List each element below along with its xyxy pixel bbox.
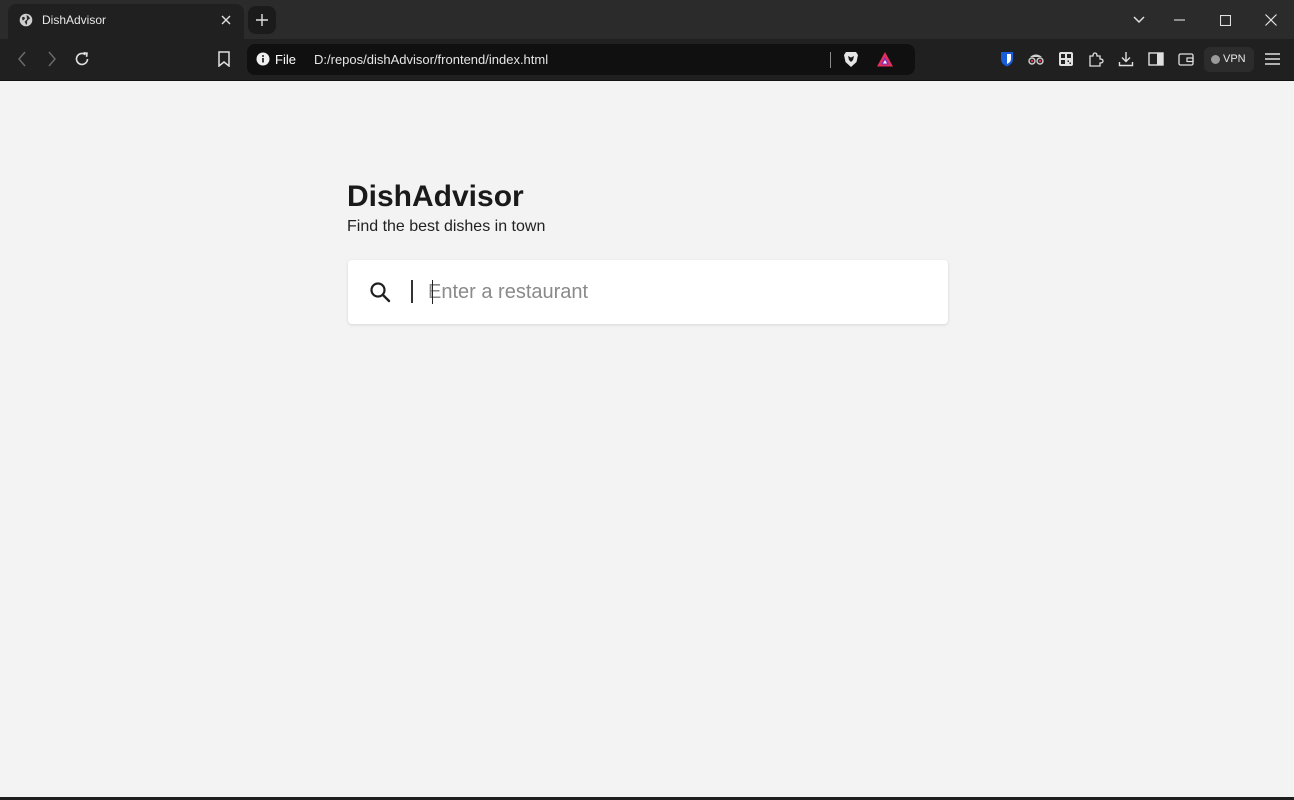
search-input[interactable]	[428, 272, 928, 312]
search-box[interactable]	[348, 260, 948, 324]
window-close-button[interactable]	[1257, 6, 1285, 34]
bookmark-button[interactable]	[211, 46, 237, 72]
browser-chrome: DishAdvisor File D:/repos/dishAdvisor/fr…	[0, 0, 1294, 81]
brave-shields-icon[interactable]	[843, 51, 859, 68]
wallet-icon	[1178, 53, 1194, 66]
download-icon	[1118, 52, 1134, 67]
browser-toolbar: File D:/repos/dishAdvisor/frontend/index…	[0, 39, 1294, 81]
page-title: DishAdvisor	[347, 180, 524, 213]
chevron-down-icon	[1133, 16, 1145, 24]
close-icon	[221, 15, 231, 25]
bitwarden-icon	[1001, 52, 1013, 67]
downloads-button[interactable]	[1113, 46, 1139, 72]
info-icon[interactable]	[256, 52, 270, 66]
plus-icon	[256, 14, 268, 26]
text-caret	[432, 280, 433, 304]
globe-icon	[19, 13, 33, 27]
reload-button[interactable]	[69, 46, 95, 72]
hamburger-menu-icon	[1264, 53, 1280, 65]
tab-dishadvisor[interactable]: DishAdvisor	[8, 4, 244, 39]
private-extension-button[interactable]	[1023, 46, 1049, 72]
bitwarden-extension-button[interactable]	[994, 46, 1020, 72]
brave-rewards-icon[interactable]	[876, 51, 894, 68]
spy-glasses-icon	[1028, 54, 1044, 65]
url-text[interactable]: D:/repos/dishAdvisor/frontend/index.html	[314, 52, 548, 67]
vpn-status-icon	[1211, 55, 1220, 64]
tab-search-button[interactable]	[1125, 6, 1153, 34]
close-icon	[1265, 14, 1277, 26]
tab-strip: DishAdvisor	[0, 0, 1294, 39]
tab-close-button[interactable]	[216, 10, 236, 30]
main-menu-button[interactable]	[1259, 46, 1285, 72]
qr-code-icon	[1059, 52, 1073, 66]
scheme-label: File	[275, 52, 296, 67]
back-button[interactable]	[9, 46, 35, 72]
search-icon[interactable]	[369, 281, 391, 303]
maximize-button[interactable]	[1211, 6, 1239, 34]
vpn-label: VPN	[1223, 53, 1246, 65]
forward-button[interactable]	[39, 46, 65, 72]
sidebar-icon	[1148, 52, 1164, 66]
wallet-button[interactable]	[1173, 46, 1199, 72]
sidebar-button[interactable]	[1143, 46, 1169, 72]
new-tab-button[interactable]	[248, 6, 276, 34]
address-bar-divider	[830, 52, 831, 68]
reload-icon	[75, 52, 89, 66]
bookmark-icon	[218, 51, 230, 67]
maximize-icon	[1219, 14, 1231, 26]
qr-extension-button[interactable]	[1053, 46, 1079, 72]
chevron-right-icon	[48, 51, 56, 67]
page-content: DishAdvisor Find the best dishes in town	[0, 81, 1294, 800]
search-divider	[411, 280, 413, 303]
minimize-button[interactable]	[1165, 6, 1193, 34]
minimize-icon	[1173, 19, 1185, 21]
address-bar[interactable]: File D:/repos/dishAdvisor/frontend/index…	[247, 44, 915, 75]
extensions-button[interactable]	[1083, 46, 1109, 72]
vpn-button[interactable]: VPN	[1204, 47, 1254, 72]
chevron-left-icon	[18, 51, 26, 67]
tab-title: DishAdvisor	[42, 13, 107, 27]
page-subtitle: Find the best dishes in town	[347, 218, 546, 235]
puzzle-icon	[1089, 52, 1104, 67]
